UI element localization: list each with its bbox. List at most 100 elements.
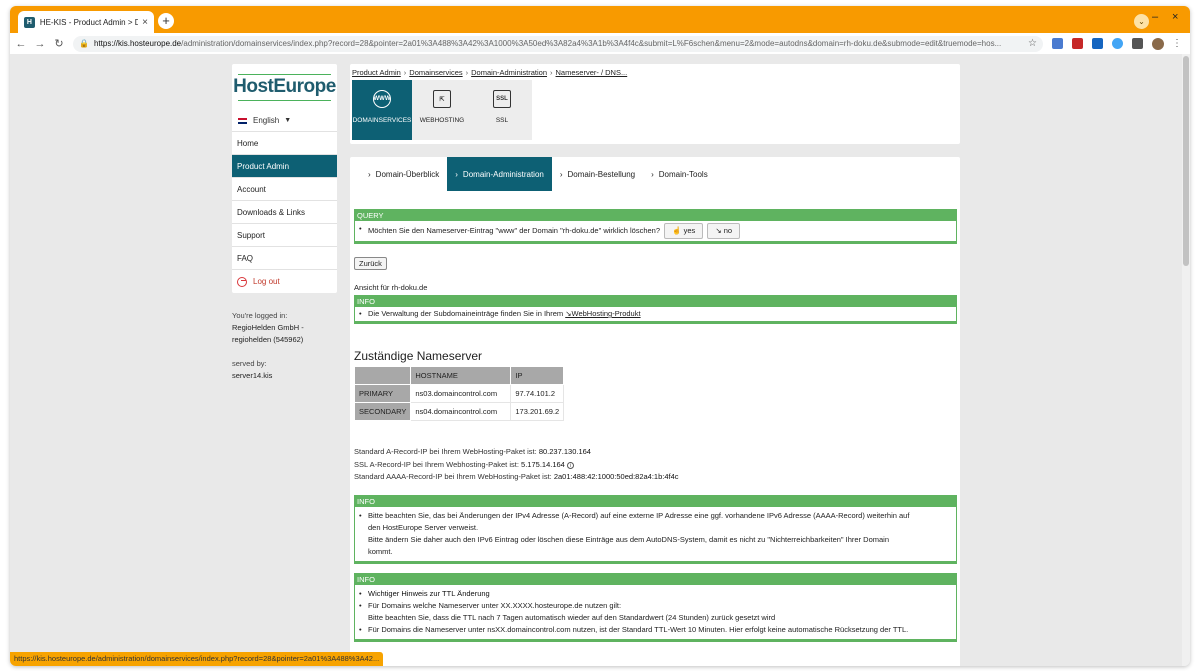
served-by-label: served by: — [232, 359, 267, 368]
info-body: Wichtiger Hinweis zur TTL Änderung Für D… — [355, 585, 956, 639]
product-domainservices[interactable]: WWW DOMAINSERVICES — [352, 80, 412, 140]
webhosting-product-link[interactable]: ↘WebHosting-Produkt — [565, 309, 640, 318]
tab-search-icon[interactable]: ⌄ — [1134, 14, 1149, 29]
extension-2-icon[interactable] — [1072, 38, 1083, 49]
sidebar-item-downloads[interactable]: Downloads & Links — [232, 201, 337, 224]
no-label: no — [723, 226, 733, 235]
tab-domain-tools[interactable]: › Domain-Tools — [643, 157, 716, 191]
chevron-right-icon: › — [559, 169, 563, 179]
chevron-right-icon: › — [651, 169, 654, 179]
extension-3-icon[interactable] — [1092, 38, 1103, 49]
info-line: Bitte ändern Sie daher auch den IPv6 Ein… — [368, 535, 890, 544]
info-line: Für Domains die Nameserver unter nsXX.do… — [368, 625, 909, 634]
a-record-value: 80.237.130.164 — [538, 447, 591, 456]
chevron-right-icon: › — [455, 169, 458, 179]
close-window-icon[interactable]: × — [1172, 11, 1178, 23]
tab-label: Domain-Überblick — [375, 169, 440, 179]
product-webhosting[interactable]: ⇱ WEBHOSTING — [412, 80, 472, 140]
query-box: QUERY Möchten Sie den Nameserver-Eintrag… — [354, 209, 957, 244]
extension-1-icon[interactable] — [1052, 38, 1063, 49]
back-button[interactable]: Zurück — [354, 257, 387, 270]
row-ip: 173.201.69.2 — [510, 402, 565, 421]
info-head: INFO — [355, 574, 956, 585]
login-info: You're logged in: RegioHelden GmbH - reg… — [232, 310, 342, 382]
close-tab-icon[interactable]: × — [142, 17, 148, 28]
tab-domain-bestellung[interactable]: › Domain-Bestellung — [552, 157, 643, 191]
new-tab-button[interactable]: + — [158, 13, 174, 29]
info-head: INFO — [355, 296, 956, 307]
extensions-puzzle-icon[interactable] — [1132, 38, 1143, 49]
info-head: INFO — [355, 496, 956, 507]
breadcrumb-domainservices[interactable]: Domainservices — [409, 68, 462, 77]
sidebar-item-faq[interactable]: FAQ — [232, 247, 337, 270]
info-item: Bitte beachten Sie, das bei Änderungen d… — [359, 510, 956, 558]
back-arrow-icon[interactable]: ← — [13, 38, 29, 50]
info-item: Für Domains die Nameserver unter nsXX.do… — [359, 624, 956, 636]
info-text: Die Verwaltung der Subdomaineinträge fin… — [368, 309, 564, 318]
tab-strip: H HE-KIS - Product Admin > Dom × + ⌄ – × — [10, 6, 1190, 33]
user-name: regiohelden (545962) — [232, 335, 304, 344]
hand-pointer-icon: ☝ — [672, 226, 682, 235]
chevron-right-icon: › — [368, 169, 371, 179]
product-ssl-label: SSL — [495, 117, 509, 124]
browser-window: H HE-KIS - Product Admin > Dom × + ⌄ – ×… — [10, 6, 1190, 666]
sidebar-item-account[interactable]: Account — [232, 178, 337, 201]
query-item: Möchten Sie den Nameserver-Eintrag "www"… — [359, 223, 956, 239]
logo-text: HostEurope — [233, 76, 336, 97]
query-body: Möchten Sie den Nameserver-Eintrag "www"… — [355, 221, 956, 241]
url-host: https://kis.hosteurope.de — [93, 39, 182, 48]
aaaa-record-line: Standard AAAA-Record-IP bei Ihrem WebHos… — [354, 471, 679, 484]
extension-4-icon[interactable] — [1112, 38, 1123, 49]
breadcrumb-domain-administration[interactable]: Domain-Administration — [471, 68, 547, 77]
info-line: kommt. — [368, 547, 393, 556]
aaaa-record-value: 2a01:488:42:1000:50ed:82a4:1b:4f4c — [553, 472, 679, 481]
scrollbar[interactable] — [1182, 54, 1190, 666]
sidebar-item-product-admin[interactable]: Product Admin — [232, 155, 337, 178]
logo-top-line — [238, 74, 331, 75]
tab-label: Domain-Tools — [658, 169, 708, 179]
product-webhosting-label: WEBHOSTING — [419, 117, 465, 124]
info-body: Bitte beachten Sie, das bei Änderungen d… — [355, 507, 956, 561]
row-hostname: ns04.domaincontrol.com — [410, 402, 512, 421]
info-line: Bitte beachten Sie, dass die TTL nach 7 … — [368, 613, 776, 622]
forward-arrow-icon[interactable]: → — [32, 38, 48, 50]
breadcrumb-product-admin[interactable]: Product Admin — [352, 68, 401, 77]
breadcrumb-nameserver-dns[interactable]: Nameserver- / DNS... — [556, 68, 628, 77]
arrow-down-right-icon: ↘ — [715, 226, 722, 235]
record-ip-info: Standard A-Record-IP bei Ihrem WebHostin… — [354, 446, 679, 484]
no-button[interactable]: ↘ no — [707, 223, 741, 239]
profile-avatar[interactable] — [1152, 37, 1164, 50]
nameserver-table: HOSTNAME IP PRIMARY ns03.domaincontrol.c… — [353, 366, 565, 421]
hosteurope-favicon-icon: H — [24, 16, 35, 28]
browser-tab[interactable]: H HE-KIS - Product Admin > Dom × — [18, 11, 154, 33]
logo-bottom-line — [238, 100, 331, 101]
tab-domain-administration[interactable]: › Domain-Administration — [447, 157, 552, 191]
table-row: SECONDARY ns04.domaincontrol.com 173.201… — [353, 402, 565, 421]
scrollbar-thumb[interactable] — [1183, 56, 1189, 266]
logout-link[interactable]: Log out — [232, 270, 337, 293]
product-ssl[interactable]: SSL SSL — [472, 80, 532, 140]
info-item: Die Verwaltung der Subdomaineinträge fin… — [359, 308, 956, 320]
caret-down-icon: ▼ — [284, 117, 292, 124]
yes-label: yes — [683, 226, 696, 235]
tab-domain-ueberblick[interactable]: › Domain-Überblick — [360, 157, 447, 191]
minimize-icon[interactable]: – — [1152, 11, 1158, 23]
sidebar-item-home[interactable]: Home — [232, 132, 337, 155]
ttl-title: Wichtiger Hinweis zur TTL Änderung — [368, 589, 490, 598]
ssl-record-label: SSL A-Record-IP bei Ihrem Webhosting-Pak… — [354, 459, 519, 469]
hosteurope-logo[interactable]: HostEurope — [232, 64, 337, 110]
view-for-domain: Ansicht für rh-doku.de — [354, 283, 428, 292]
sidebar: HostEurope English ▼ Home Product Admin … — [232, 64, 337, 293]
domain-subtabs: › Domain-Überblick › Domain-Administration… — [360, 157, 716, 191]
bookmark-star-icon[interactable]: ☆ — [1028, 38, 1037, 49]
info-line: den HostEurope Server verweist. — [368, 523, 479, 532]
address-bar[interactable]: 🔒 https://kis.hosteurope.de/administrati… — [73, 35, 1043, 52]
reload-icon[interactable]: ↻ — [51, 37, 67, 50]
sidebar-item-support[interactable]: Support — [232, 224, 337, 247]
webhosting-icon: ⇱ — [433, 90, 451, 108]
row-label: SECONDARY — [353, 402, 412, 421]
info-icon[interactable]: i — [566, 461, 574, 469]
language-selector[interactable]: English ▼ — [232, 110, 337, 132]
browser-menu-icon[interactable]: ⋮ — [1172, 38, 1182, 49]
yes-button[interactable]: ☝ yes — [664, 223, 704, 239]
